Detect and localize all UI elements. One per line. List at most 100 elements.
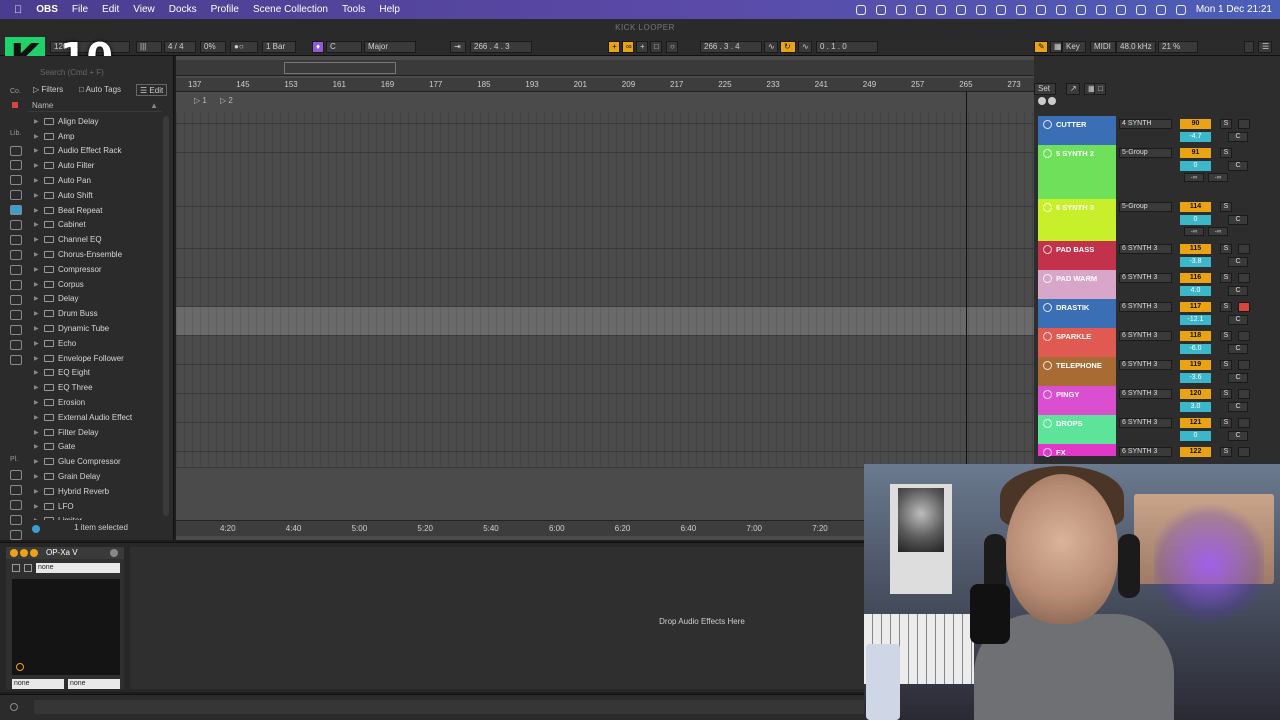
modulators-icon[interactable]: [10, 235, 22, 245]
volume-icon[interactable]: [1095, 4, 1106, 15]
browser-device-item[interactable]: ▶ External Audio Effect: [28, 410, 164, 425]
expand-icon[interactable]: ↗: [1066, 83, 1080, 95]
track-volume[interactable]: 116: [1180, 273, 1211, 283]
track-pan[interactable]: 3.0: [1180, 402, 1211, 412]
device-knob-icon[interactable]: [16, 663, 24, 671]
clips-icon[interactable]: [10, 280, 22, 290]
solo-button[interactable]: S: [1220, 148, 1232, 158]
arm-button[interactable]: [1238, 447, 1250, 457]
browser-device-item[interactable]: ▶ Beat Repeat: [28, 203, 164, 218]
templates-icon[interactable]: [10, 340, 22, 350]
expand-arrow-icon[interactable]: ▶: [34, 133, 42, 140]
overdub-icon[interactable]: +: [608, 41, 620, 53]
track-volume[interactable]: 121: [1180, 418, 1211, 428]
wifi-icon[interactable]: [1115, 4, 1126, 15]
battery-icon[interactable]: [1135, 4, 1146, 15]
expand-arrow-icon[interactable]: ▶: [34, 399, 42, 406]
track-header[interactable]: TELEPHONE 6 SYNTH 3 119 -3.6 C S: [1038, 357, 1280, 386]
browser-device-item[interactable]: ▶ Channel EQ: [28, 232, 164, 247]
center-button[interactable]: C: [1228, 257, 1248, 267]
track-lane[interactable]: [176, 124, 1034, 153]
library-label[interactable]: Lib.: [10, 130, 21, 137]
control-center-icon[interactable]: [1175, 4, 1186, 15]
expand-arrow-icon[interactable]: ▶: [34, 414, 42, 421]
expand-arrow-icon[interactable]: ▶: [34, 517, 42, 520]
menu-view[interactable]: View: [133, 4, 155, 15]
overview-viewport[interactable]: [284, 62, 396, 74]
solo-button[interactable]: S: [1220, 331, 1232, 341]
browser-device-item[interactable]: ▶ Delay: [28, 292, 164, 307]
prev-locator-icon[interactable]: [1038, 97, 1046, 105]
browser-device-item[interactable]: ▶ Amp: [28, 129, 164, 144]
brightness-icon[interactable]: [975, 4, 986, 15]
track-lane[interactable]: [176, 423, 1034, 452]
expand-arrow-icon[interactable]: ▶: [34, 429, 42, 436]
session-record-icon[interactable]: ○: [666, 41, 678, 53]
solo-button[interactable]: S: [1220, 202, 1232, 212]
dnd-icon[interactable]: [1055, 4, 1066, 15]
solo-button[interactable]: S: [1220, 119, 1232, 129]
group-fold-icon[interactable]: [1043, 203, 1052, 212]
plugins-icon[interactable]: [10, 265, 22, 275]
track-activator-icon[interactable]: [1043, 303, 1052, 312]
packs-icon[interactable]: [10, 355, 22, 365]
samples-icon[interactable]: [10, 295, 22, 305]
output-routing-select[interactable]: 5-Group: [1119, 148, 1172, 158]
expand-arrow-icon[interactable]: ▶: [34, 295, 42, 302]
expand-arrow-icon[interactable]: ▶: [34, 118, 42, 125]
track-activator-icon[interactable]: [1043, 120, 1052, 129]
packs-folder-icon[interactable]: [10, 530, 22, 540]
reenable-automation-icon[interactable]: +: [636, 41, 648, 53]
output-routing-select[interactable]: 4 SYNTH: [1119, 119, 1172, 129]
all-icon[interactable]: [10, 146, 22, 156]
device-fold-icon[interactable]: [20, 549, 28, 557]
browser-device-item[interactable]: ▶ Glue Compressor: [28, 454, 164, 469]
expand-arrow-icon[interactable]: ▶: [34, 192, 42, 199]
expand-arrow-icon[interactable]: ▶: [34, 207, 42, 214]
key-map-button[interactable]: Key: [1062, 41, 1086, 53]
browser-device-item[interactable]: ▶ Limiter: [28, 514, 164, 520]
expand-arrow-icon[interactable]: ▶: [34, 236, 42, 243]
center-button[interactable]: C: [1228, 132, 1248, 142]
draw-mode-icon[interactable]: ✎: [1034, 41, 1048, 53]
preset-field[interactable]: none: [36, 563, 120, 573]
expand-arrow-icon[interactable]: ▶: [34, 325, 42, 332]
output-routing-select[interactable]: 6 SYNTH 3: [1119, 389, 1172, 399]
expand-arrow-icon[interactable]: ▶: [34, 458, 42, 465]
expand-arrow-icon[interactable]: ▶: [34, 355, 42, 362]
browser-device-item[interactable]: ▶ Compressor: [28, 262, 164, 277]
bluetooth-icon[interactable]: [1075, 4, 1086, 15]
display-icon[interactable]: [895, 4, 906, 15]
track-pan[interactable]: -12.1: [1180, 315, 1211, 325]
track-lane[interactable]: [176, 112, 1034, 124]
menubar-clock[interactable]: Mon 1 Dec 21:21: [1196, 4, 1272, 15]
solo-button[interactable]: S: [1220, 302, 1232, 312]
device-param-right[interactable]: none: [68, 679, 120, 689]
track-volume[interactable]: 118: [1180, 331, 1211, 341]
expand-arrow-icon[interactable]: ▶: [34, 147, 42, 154]
follow-icon[interactable]: ⇥: [450, 41, 466, 53]
browser-device-item[interactable]: ▶ Audio Effect Rack: [28, 144, 164, 159]
center-button[interactable]: C: [1228, 315, 1248, 325]
browser-device-item[interactable]: ▶ Drum Buss: [28, 306, 164, 321]
menu-scene-collection[interactable]: Scene Collection: [253, 4, 328, 15]
solo-button[interactable]: S: [1220, 418, 1232, 428]
sync-icon[interactable]: [875, 4, 886, 15]
solo-button[interactable]: S: [1220, 389, 1232, 399]
expand-arrow-icon[interactable]: ▶: [34, 473, 42, 480]
menu-help[interactable]: Help: [379, 4, 400, 15]
menu-edit[interactable]: Edit: [102, 4, 119, 15]
arm-button[interactable]: [1238, 119, 1250, 129]
groove-amount[interactable]: 0%: [200, 41, 226, 53]
expand-arrow-icon[interactable]: ▶: [34, 369, 42, 376]
time-signature[interactable]: 4 / 4: [164, 41, 196, 53]
sounds-icon[interactable]: [10, 160, 22, 170]
next-locator-icon[interactable]: [1048, 97, 1056, 105]
arm-button[interactable]: [1238, 418, 1250, 428]
browser-device-item[interactable]: ▶ Echo: [28, 336, 164, 351]
folder-icon[interactable]: [10, 500, 22, 510]
arm-button[interactable]: [1238, 302, 1250, 312]
track-header[interactable]: FX 6 SYNTH 3 122 S: [1038, 444, 1280, 457]
output-routing-select[interactable]: 6 SYNTH 3: [1119, 302, 1172, 312]
browser-scrollbar[interactable]: [163, 116, 169, 516]
